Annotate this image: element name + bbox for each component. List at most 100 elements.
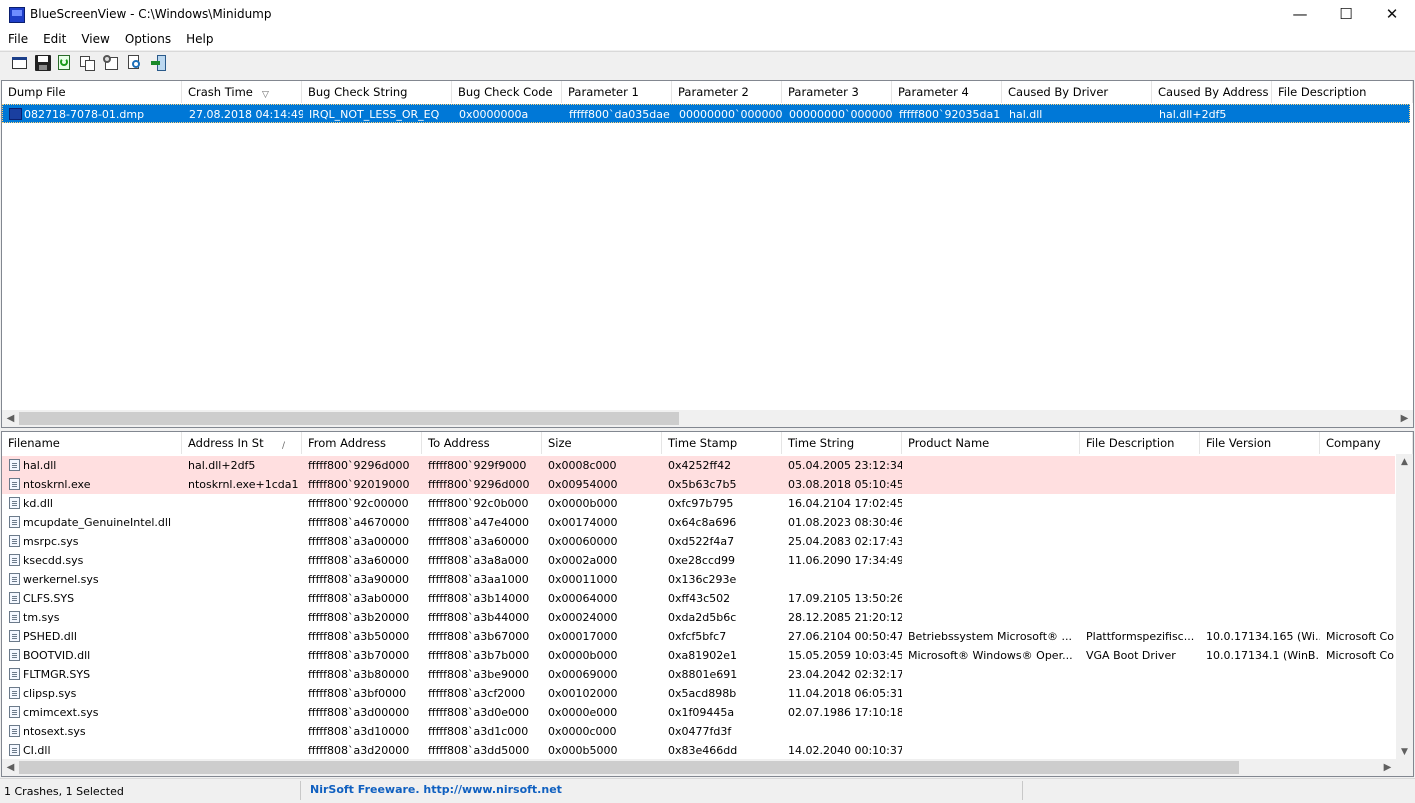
save-icon[interactable]	[35, 55, 51, 71]
html-report-icon[interactable]	[12, 55, 28, 71]
menu-help[interactable]: Help	[178, 30, 220, 50]
driver-row[interactable]: CI.dll fffff808`a3d20000 fffff808`a3dd5000…	[2, 741, 1395, 760]
driver-row[interactable]: kd.dll fffff800`92c00000 fffff800`92c0b000…	[2, 494, 1395, 513]
cell-company	[1320, 551, 1396, 570]
cell-product-name	[902, 570, 1080, 589]
minimize-button[interactable]: —	[1277, 0, 1323, 30]
col-parameter-1[interactable]: Parameter 1	[562, 81, 672, 103]
driver-row[interactable]: CLFS.SYS fffff808`a3ab0000 fffff808`a3b140…	[2, 589, 1395, 608]
scroll-right-icon[interactable]: ▶	[1396, 410, 1413, 427]
scroll-up-icon[interactable]: ▲	[1396, 454, 1413, 471]
col-bug-check-string[interactable]: Bug Check String	[302, 81, 452, 103]
driver-row[interactable]: ntosext.sys fffff808`a3d10000 fffff808`a3d…	[2, 722, 1395, 741]
col-time-string[interactable]: Time String	[782, 432, 902, 454]
cell-crash-time: 27.08.2018 04:14:49	[189, 108, 303, 121]
col-to-address[interactable]: To Address	[422, 432, 542, 454]
cell-filename: cmimcext.sys	[23, 706, 99, 719]
cell-product-name	[902, 703, 1080, 722]
cell-time-stamp: 0x8801e691	[668, 668, 738, 681]
col-company[interactable]: Company	[1320, 432, 1413, 454]
col-time-stamp[interactable]: Time Stamp	[662, 432, 782, 454]
col-from-address[interactable]: From Address	[302, 432, 422, 454]
driver-row[interactable]: cmimcext.sys fffff808`a3d00000 fffff808`a3…	[2, 703, 1395, 722]
cell-bug-check-string: IRQL_NOT_LESS_OR_EQ	[309, 108, 440, 121]
driver-row[interactable]: ksecdd.sys fffff808`a3a60000 fffff808`a3a8…	[2, 551, 1395, 570]
driver-row[interactable]: ntoskrnl.exe ntoskrnl.exe+1cda1 fffff800`9…	[2, 475, 1395, 494]
menu-edit[interactable]: Edit	[35, 30, 73, 50]
copy-icon[interactable]	[80, 55, 96, 71]
cell-file-description: Plattformspezifisc...	[1086, 630, 1195, 643]
driver-row[interactable]: FLTMGR.SYS fffff808`a3b80000 fffff808`a3be…	[2, 665, 1395, 684]
cell-company	[1320, 703, 1396, 722]
cell-file-version	[1200, 684, 1320, 703]
col-dump-file[interactable]: Dump File	[2, 81, 182, 103]
cell-file-version	[1200, 494, 1320, 513]
cell-time-stamp: 0x5acd898b	[668, 687, 737, 700]
scroll-thumb[interactable]	[19, 761, 1239, 774]
cell-time-stamp: 0xda2d5b6c	[668, 611, 737, 624]
cell-product-name: Betriebssystem Microsoft® ...	[908, 630, 1072, 643]
driver-row[interactable]: clipsp.sys fffff808`a3bf0000 fffff808`a3cf…	[2, 684, 1395, 703]
cell-size: 0x0000b000	[548, 649, 618, 662]
driver-row[interactable]: werkernel.sys fffff808`a3a90000 fffff808`a…	[2, 570, 1395, 589]
cell-file-version	[1200, 741, 1320, 760]
driver-row[interactable]: msrpc.sys fffff808`a3a00000 fffff808`a3a60…	[2, 532, 1395, 551]
exit-icon[interactable]	[151, 55, 167, 71]
menu-options[interactable]: Options	[117, 30, 178, 50]
driver-list-horizontal-scrollbar[interactable]: ◀ ▶	[2, 759, 1413, 776]
close-button[interactable]: ✕	[1369, 0, 1415, 30]
refresh-icon[interactable]	[57, 55, 73, 71]
col-file-description[interactable]: File Description	[1272, 81, 1413, 103]
col-file-version[interactable]: File Version	[1200, 432, 1320, 454]
cell-size: 0x0000e000	[548, 706, 618, 719]
scroll-right-icon[interactable]: ▶	[1379, 759, 1396, 776]
cell-to-address: fffff800`92c0b000	[428, 497, 529, 510]
driver-row[interactable]: tm.sys fffff808`a3b20000 fffff808`a3b44000…	[2, 608, 1395, 627]
crash-list[interactable]: Dump File Crash Time ▽ Bug Check String B…	[1, 80, 1414, 428]
driver-row[interactable]: BOOTVID.dll fffff808`a3b70000 fffff808`a3b…	[2, 646, 1395, 665]
col-address-in-stack-label: Address In St	[188, 436, 264, 450]
col-parameter-3[interactable]: Parameter 3	[782, 81, 892, 103]
col-crash-time[interactable]: Crash Time ▽	[182, 81, 302, 103]
cell-time-string: 28.12.2085 21:20:12	[788, 611, 902, 624]
col-product-name[interactable]: Product Name	[902, 432, 1080, 454]
nirsoft-link[interactable]: NirSoft Freeware. http://www.nirsoft.net	[310, 783, 562, 796]
driver-list[interactable]: Filename Address In St ∕ From Address To …	[1, 431, 1414, 777]
menu-file[interactable]: File	[0, 30, 35, 50]
crash-list-horizontal-scrollbar[interactable]: ◀ ▶	[2, 410, 1413, 427]
driver-list-vertical-scrollbar[interactable]: ▲ ▼	[1396, 454, 1413, 761]
cell-from-address: fffff800`9296d000	[308, 459, 410, 472]
cell-address-in-stack	[182, 551, 302, 570]
menu-view[interactable]: View	[73, 30, 116, 50]
scroll-thumb[interactable]	[19, 412, 679, 425]
properties-icon[interactable]	[103, 55, 119, 71]
col-file-description[interactable]: File Description	[1080, 432, 1200, 454]
cell-company	[1320, 589, 1396, 608]
cell-address-in-stack	[182, 627, 302, 646]
scroll-left-icon[interactable]: ◀	[2, 759, 19, 776]
cell-caused-by-driver: hal.dll	[1009, 108, 1043, 121]
find-icon[interactable]	[127, 55, 143, 71]
col-parameter-4[interactable]: Parameter 4	[892, 81, 1002, 103]
crash-row[interactable]: 082718-7078-01.dmp 27.08.2018 04:14:49 I…	[2, 104, 1410, 123]
col-address-in-stack[interactable]: Address In St ∕	[182, 432, 302, 454]
cell-address-in-stack: hal.dll+2df5	[188, 459, 256, 472]
col-caused-by-address[interactable]: Caused By Address	[1152, 81, 1272, 103]
maximize-button[interactable]: ☐	[1323, 0, 1369, 30]
scroll-left-icon[interactable]: ◀	[2, 410, 19, 427]
driver-row[interactable]: mcupdate_GenuineIntel.dll fffff808`a46700…	[2, 513, 1395, 532]
title-bar: BlueScreenView - C:\Windows\Minidump — ☐…	[0, 0, 1415, 30]
col-bug-check-code[interactable]: Bug Check Code	[452, 81, 562, 103]
cell-product-name	[902, 494, 1080, 513]
col-caused-by-driver[interactable]: Caused By Driver	[1002, 81, 1152, 103]
col-size[interactable]: Size	[542, 432, 662, 454]
col-parameter-2[interactable]: Parameter 2	[672, 81, 782, 103]
cell-size: 0x00060000	[548, 535, 618, 548]
driver-row[interactable]: PSHED.dll fffff808`a3b50000 fffff808`a3b67…	[2, 627, 1395, 646]
cell-size: 0x0002a000	[548, 554, 618, 567]
col-filename[interactable]: Filename	[2, 432, 182, 454]
cell-time-string: 01.08.2023 08:30:46	[788, 516, 902, 529]
driver-row[interactable]: hal.dll hal.dll+2df5 fffff800`9296d000 ffff…	[2, 456, 1395, 475]
cell-filename: CLFS.SYS	[23, 592, 75, 605]
cell-to-address: fffff808`a3dd5000	[428, 744, 530, 757]
